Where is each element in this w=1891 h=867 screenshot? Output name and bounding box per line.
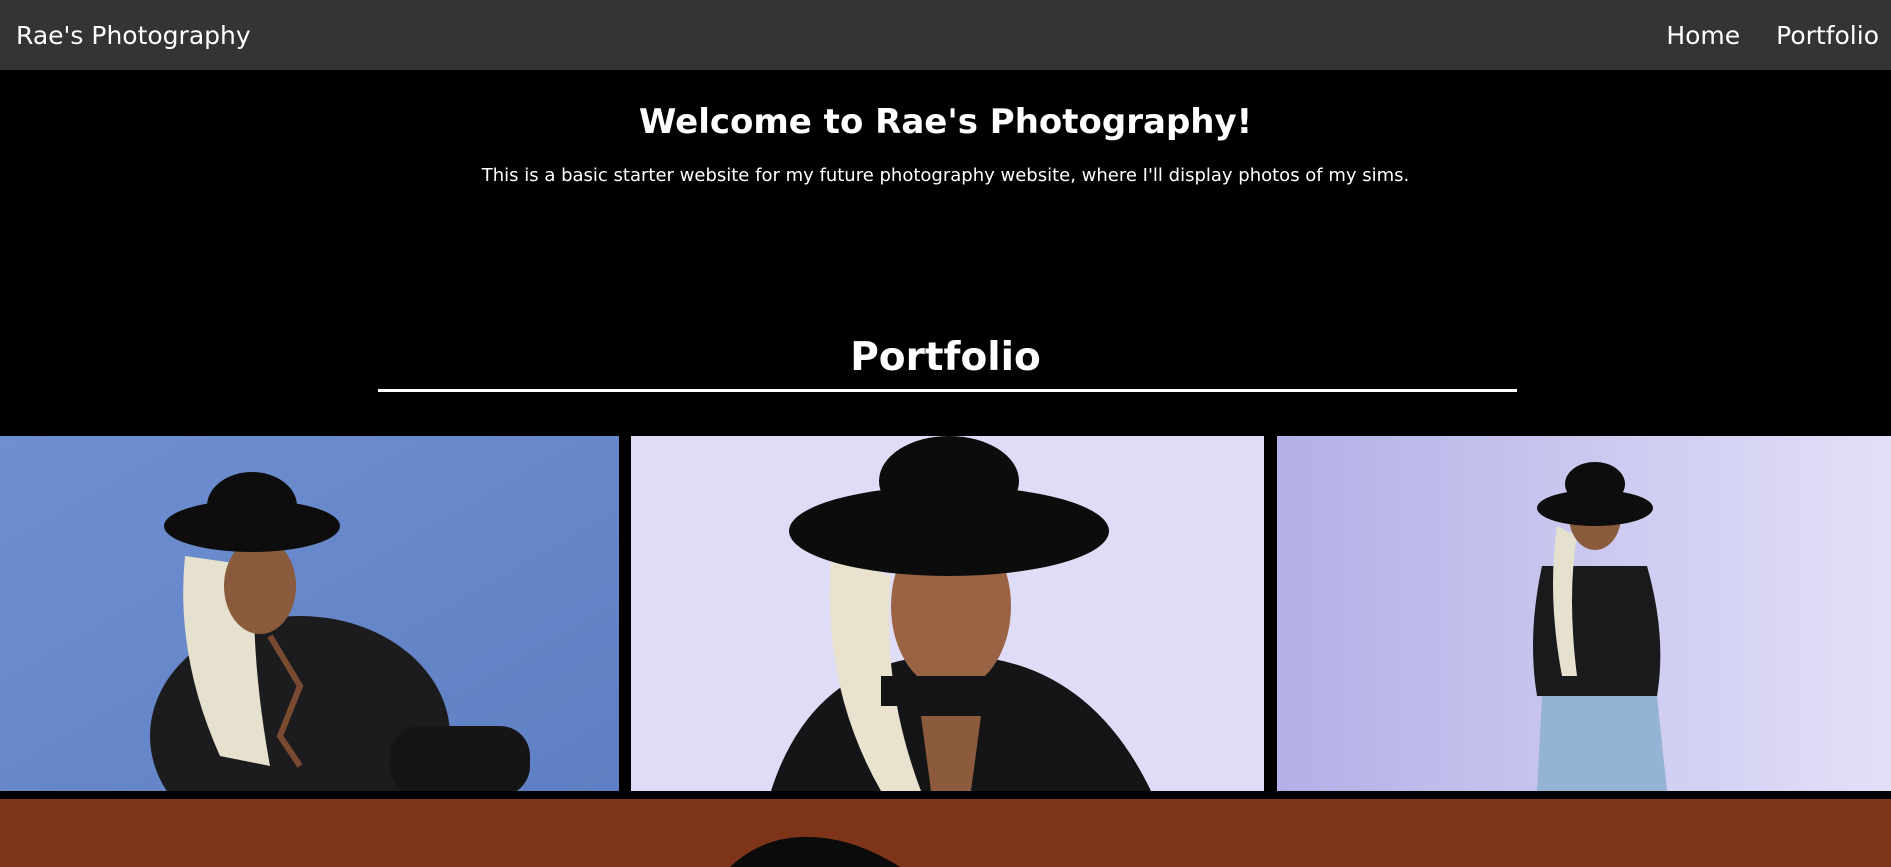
navbar: Rae's Photography Home Portfolio [0,0,1891,70]
nav-links: Home Portfolio [1666,0,1879,72]
brand-link[interactable]: Rae's Photography [16,0,251,72]
hero-title: Welcome to Rae's Photography! [638,102,1253,142]
nav-link-home[interactable]: Home [1666,0,1740,72]
nav-link-portfolio[interactable]: Portfolio [1776,0,1879,72]
portfolio-photo-3[interactable] [1277,436,1891,791]
portfolio-photo-2[interactable] [631,436,1264,791]
portfolio-title: Portfolio [850,335,1041,380]
photo-4-image [0,799,1891,867]
portfolio-photo-4[interactable] [0,799,1891,867]
photo-2-image [631,436,1264,791]
hero-text: This is a basic starter website for my f… [481,165,1410,186]
photo-1-image [0,436,619,791]
photo-3-image [1277,436,1891,791]
portfolio-divider [378,389,1517,392]
portfolio-photo-1[interactable] [0,436,619,791]
